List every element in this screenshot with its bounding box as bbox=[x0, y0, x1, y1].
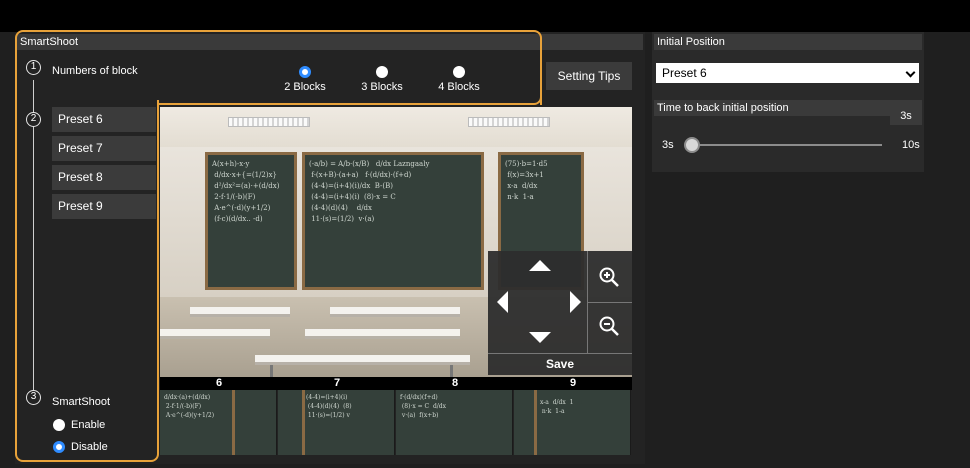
smartshoot-disable-option[interactable]: Disable bbox=[53, 441, 108, 453]
preset-button-6[interactable]: Preset 6 bbox=[52, 107, 156, 132]
classroom-desk bbox=[255, 355, 470, 365]
radio-unselected-icon[interactable] bbox=[376, 66, 388, 78]
chalkboard-left: A(x+h)-x·y d/dx·x+{=(1/2)x} d²/dx²=(a)·+… bbox=[205, 152, 297, 290]
step-3-marker: 3 bbox=[26, 390, 41, 405]
block-option-label: 2 Blocks bbox=[284, 81, 326, 93]
arrow-left-icon[interactable] bbox=[497, 291, 508, 313]
ptz-save-button[interactable]: Save bbox=[488, 354, 632, 375]
chevron-down-icon bbox=[905, 67, 916, 78]
ptz-divider bbox=[588, 302, 632, 303]
block-thumbnail-8[interactable]: f·(d/dx)(f+d) (8)·x = C d/dx v·(a) f(x+b… bbox=[396, 390, 513, 455]
time-back-slider-thumb[interactable] bbox=[684, 137, 700, 153]
radio-selected-icon[interactable] bbox=[299, 66, 311, 78]
initial-position-title: Initial Position bbox=[654, 34, 922, 50]
block-thumbnail-9[interactable]: x-a d/dx 1 n·k 1-a bbox=[514, 390, 631, 455]
highlight-connector bbox=[15, 90, 17, 110]
smartshoot-toggle-label: SmartShoot bbox=[52, 396, 111, 408]
ceiling-lamp bbox=[228, 117, 310, 127]
arrow-up-icon[interactable] bbox=[529, 260, 551, 271]
enable-label: Enable bbox=[71, 419, 106, 431]
block-number: 7 bbox=[333, 377, 341, 389]
block-option-label: 3 Blocks bbox=[361, 81, 403, 93]
desk-leg bbox=[270, 365, 273, 377]
highlight-connector bbox=[157, 103, 159, 108]
zoom-in-icon[interactable] bbox=[598, 266, 620, 288]
disable-label: Disable bbox=[71, 441, 108, 453]
time-back-title: Time to back initial position bbox=[654, 100, 922, 116]
smartshoot-panel-title: SmartShoot bbox=[17, 34, 643, 50]
block-thumbnail-7[interactable]: (4-4)=(i+4)(i) (4-4)(d)(4) (8) 11·(s)=(1… bbox=[278, 390, 395, 455]
classroom-ceiling bbox=[160, 107, 632, 147]
chalkboard-center: (-a/b) = A/b·(x/B) d/dx Lazngaaly f-(x+B… bbox=[302, 152, 484, 290]
block-number: 8 bbox=[451, 377, 459, 389]
radio-unselected-icon[interactable] bbox=[453, 66, 465, 78]
top-bar bbox=[0, 0, 970, 32]
smartshoot-enable-option[interactable]: Enable bbox=[53, 419, 105, 431]
step-1-marker: 1 bbox=[26, 60, 41, 75]
radio-unselected-icon[interactable] bbox=[53, 419, 65, 431]
block-thumbnails: d/dx·(a)+(d/dx) 2-f·1/(-b)(F) A·e^(-d)(y… bbox=[160, 390, 632, 455]
block-option-2[interactable]: 2 Blocks bbox=[280, 66, 330, 93]
block-number: 6 bbox=[215, 377, 223, 389]
slider-max-label: 10s bbox=[902, 139, 920, 151]
zoom-out-icon[interactable] bbox=[598, 315, 620, 337]
block-option-label: 4 Blocks bbox=[438, 81, 480, 93]
step-connector-line bbox=[33, 80, 34, 398]
initial-position-value: Preset 6 bbox=[662, 66, 707, 80]
preset-button-9[interactable]: Preset 9 bbox=[52, 194, 156, 219]
initial-position-select[interactable]: Preset 6 bbox=[656, 63, 919, 83]
setting-tips-button[interactable]: Setting Tips bbox=[546, 62, 632, 90]
radio-selected-icon[interactable] bbox=[53, 441, 65, 453]
ceiling-lamp bbox=[468, 117, 550, 127]
step-2-marker: 2 bbox=[26, 112, 41, 127]
classroom-desk bbox=[330, 307, 460, 317]
slider-min-label: 3s bbox=[662, 139, 674, 151]
desk-leg bbox=[450, 365, 453, 377]
block-number: 9 bbox=[569, 377, 577, 389]
block-option-3[interactable]: 3 Blocks bbox=[357, 66, 407, 93]
time-back-value: 3s bbox=[890, 107, 922, 125]
arrow-down-icon[interactable] bbox=[529, 332, 551, 343]
block-number-strip: 6 7 8 9 bbox=[160, 377, 632, 390]
block-thumbnail-6[interactable]: d/dx·(a)+(d/dx) 2-f·1/(-b)(F) A·e^(-d)(y… bbox=[160, 390, 277, 455]
classroom-desk bbox=[190, 307, 290, 317]
numbers-of-block-label: Numbers of block bbox=[52, 65, 138, 77]
time-back-slider-track[interactable] bbox=[690, 144, 882, 146]
preset-button-8[interactable]: Preset 8 bbox=[52, 165, 156, 190]
classroom-desk bbox=[160, 329, 270, 339]
classroom-desk bbox=[305, 329, 460, 339]
block-option-4[interactable]: 4 Blocks bbox=[434, 66, 484, 93]
arrow-right-icon[interactable] bbox=[570, 291, 581, 313]
preset-button-7[interactable]: Preset 7 bbox=[52, 136, 156, 161]
